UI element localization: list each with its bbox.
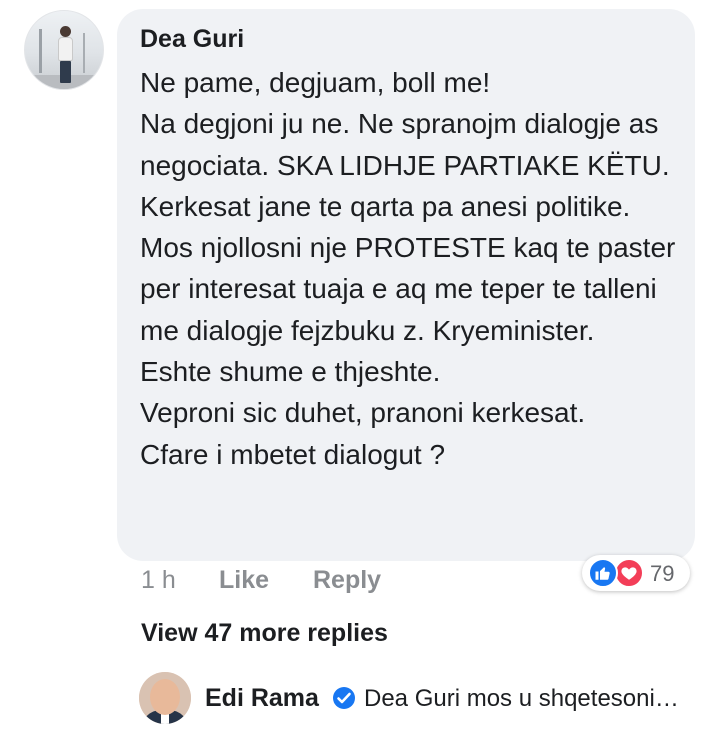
reply-author-name[interactable]: Edi Rama — [205, 684, 319, 713]
reply-preview-text[interactable]: Dea Guri mos u shqetesoni… — [364, 685, 679, 713]
commenter-avatar[interactable] — [24, 10, 104, 90]
love-reaction-icon — [614, 558, 644, 588]
comment-text: Ne pame, degjuam, boll me! Na degjoni ju… — [140, 67, 676, 470]
reply-author-avatar[interactable] — [139, 672, 191, 724]
reply-button[interactable]: Reply — [313, 566, 381, 595]
comment-author[interactable]: Dea Guri — [140, 25, 244, 54]
like-reaction-icon — [588, 558, 618, 588]
reactions-summary[interactable]: 79 — [582, 555, 690, 591]
comment-time[interactable]: 1 h — [141, 566, 176, 595]
verified-badge-icon — [333, 687, 355, 709]
like-button[interactable]: Like — [219, 566, 269, 595]
reaction-count: 79 — [650, 561, 675, 586]
view-more-replies-link[interactable]: View 47 more replies — [141, 619, 388, 648]
